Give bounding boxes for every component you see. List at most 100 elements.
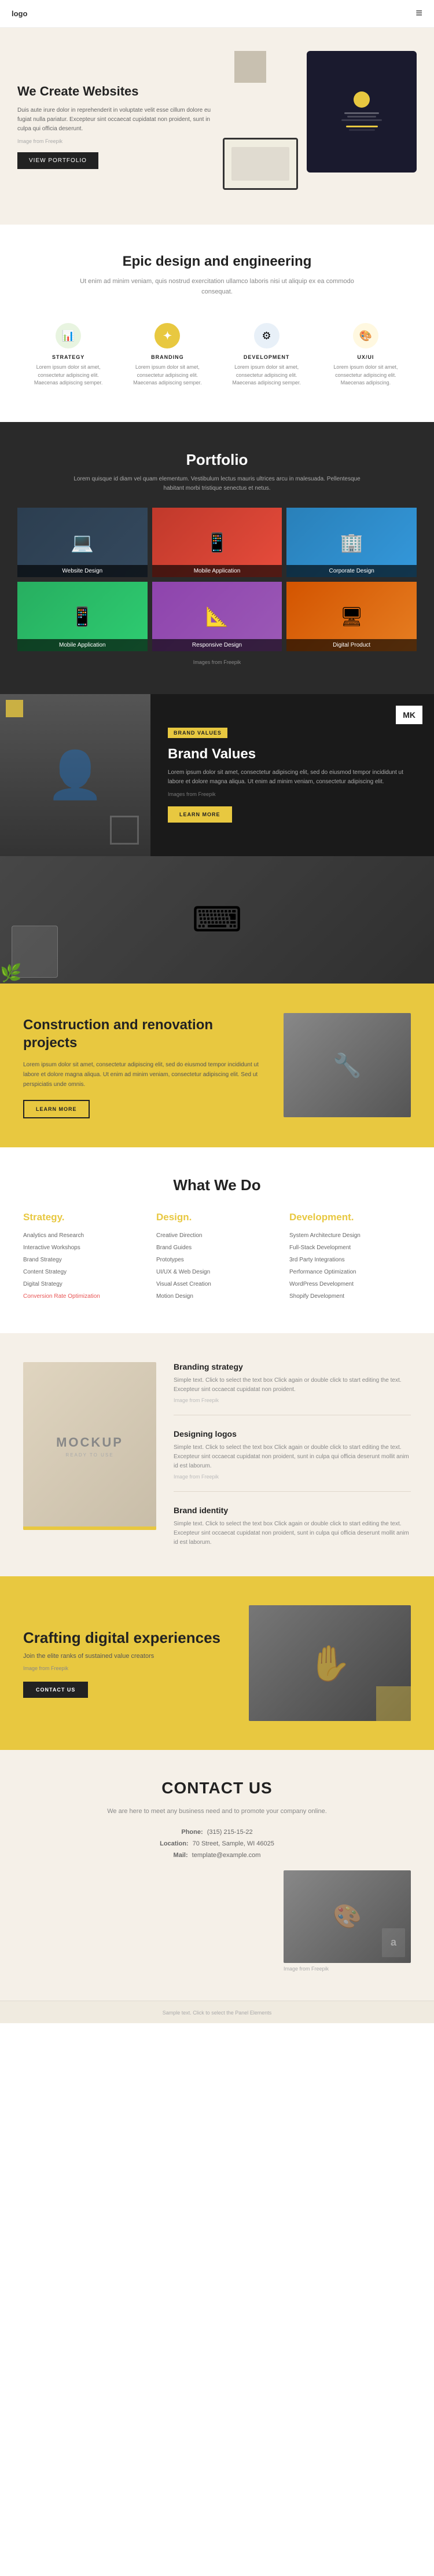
hero-section: We Create Websites Duis aute irure dolor… [0,28,434,225]
portfolio-label-corporate: Corporate Design [286,565,417,577]
wwd-item-brand-guides: Brand Guides [156,1243,278,1252]
mobile-icon: 📱 [205,531,229,553]
hero-device-content [336,86,388,138]
contact-mail-label: Mail: [174,1852,188,1859]
view-portfolio-button[interactable]: VIEW PORTFOLIO [17,152,98,169]
construction-description: Lorem ipsum dolor sit amet, consectetur … [23,1060,266,1089]
bv-deco2 [110,816,139,845]
portfolio-item-mobile2[interactable]: 📱 Mobile Application [17,582,148,651]
wwd-item-analytics: Analytics and Research [23,1231,145,1240]
wwd-col-design: Design. Creative Direction Brand Guides … [156,1212,278,1304]
portfolio-item-responsive[interactable]: 📐 Responsive Design [152,582,282,651]
wwd-item-shopify: Shopify Development [289,1292,411,1301]
feature-uxui-icon: 🎨 [353,323,378,348]
footer-credit: Sample text. Click to select the Panel E… [163,2010,272,2016]
branding-strategy-credit: Image from Freepik [174,1397,411,1403]
wwd-item-performance: Performance Optimization [289,1268,411,1276]
brand-values-button[interactable]: LEARN MORE [168,806,232,823]
wwd-item-workshops: Interactive Workshops [23,1243,145,1252]
portfolio-description: Lorem quisque id diam vel quam elementum… [72,475,362,493]
hero-text-area: We Create Websites Duis aute irure dolor… [17,84,211,169]
feature-strategy-desc: Lorem ipsum dolor sit amet, consectetur … [26,364,111,387]
feature-branding-icon: ✦ [155,323,180,348]
feature-strategy: 📊 STRATEGY Lorem ipsum dolor sit amet, c… [23,317,113,393]
wwd-item-prototypes: Prototypes [156,1256,278,1264]
responsive-icon: 📐 [205,606,229,628]
contact-mail: Mail: template@example.com [174,1852,261,1859]
hero-tablet [223,138,298,190]
hero-title: We Create Websites [17,84,211,99]
portfolio-item-digital[interactable]: 🖥 Digital Product [286,582,417,651]
brand-identity-desc: Simple text. Click to select the text bo… [174,1520,411,1547]
construction-bg-content: ⌨ [192,900,242,940]
portfolio-item-mobile[interactable]: 📱 Mobile Application [152,508,282,577]
brand-identity-section: Brand identity Simple text. Click to sel… [174,1506,411,1547]
contact-bottom: 🎨 a Image from Freepik [23,1870,411,1972]
brand-values-badge: BRAND VALUES [168,728,227,738]
designing-logos-title: Designing logos [174,1429,411,1439]
contact-us-button[interactable]: CONTACT US [23,1682,88,1698]
hero-visual [223,51,417,201]
contact-location-label: Location: [160,1840,189,1847]
brand-identity-title: Brand identity [174,1506,411,1515]
contact-image-letter: a [382,1928,405,1957]
mockup-label-main: MOCKUP [56,1435,123,1450]
construction-button[interactable]: LEARN MORE [23,1100,90,1118]
feature-development-desc: Lorem ipsum dolor sit amet, consectetur … [225,364,309,387]
feature-development: ⚙ DEVELOPMENT Lorem ipsum dolor sit amet… [222,317,312,393]
designing-logos-desc: Simple text. Click to select the text bo… [174,1443,411,1471]
portfolio-label-responsive: Responsive Design [152,639,282,651]
portfolio-item-website[interactable]: 💻 Website Design [17,508,148,577]
hero-gray-shape [234,51,266,83]
wwd-item-wordpress: WordPress Development [289,1280,411,1289]
feature-development-icon: ⚙ [254,323,279,348]
menu-icon: ≡ [415,7,422,20]
portfolio-item-corporate[interactable]: 🏢 Corporate Design [286,508,417,577]
crafting-credit: Image from Freepik [23,1665,237,1671]
what-we-do-section: What We Do Strategy. Analytics and Resea… [0,1147,434,1333]
portfolio-title: Portfolio [17,451,417,469]
crafting-hand-icon: ✋ [308,1643,352,1684]
designing-logos-credit: Image from Freepik [174,1474,411,1480]
mockup-label-sub: READY TO USE [65,1452,113,1458]
branding-sections: Branding strategy Simple text. Click to … [174,1362,411,1547]
digital-icon: 🖥 [340,606,363,628]
wwd-item-creative-direction: Creative Direction [156,1231,278,1240]
crafting-yellow-accent [376,1686,411,1721]
contact-section: CONTACT US We are here to meet any busin… [0,1750,434,2001]
crafting-text: Crafting digital experiences Join the el… [23,1628,237,1698]
bv-deco1 [6,700,23,717]
wwd-item-visual-assets: Visual Asset Creation [156,1280,278,1289]
construction-bg-section: ⌨ 🌿 [0,856,434,984]
website-icon: 💻 [71,531,94,553]
contact-branding-image: 🎨 a [284,1870,411,1963]
designing-logos-section: Designing logos Simple text. Click to se… [174,1429,411,1492]
feature-branding-desc: Lorem ipsum dolor sit amet, consectetur … [125,364,209,387]
what-we-do-grid: Strategy. Analytics and Research Interac… [23,1212,411,1304]
epic-section: Epic design and engineering Ut enim ad m… [0,225,434,422]
hero-device-line1 [344,112,379,114]
hero-device-line3 [341,119,382,121]
feature-strategy-title: STRATEGY [26,354,111,360]
nav-logo[interactable]: logo [12,9,27,18]
hero-tablet-screen [225,140,296,188]
contact-image-icon: 🎨 [333,1903,362,1930]
feature-branding-title: BRANDING [125,354,209,360]
hero-device-line2 [347,116,376,118]
nav-menu-button[interactable]: ≡ [415,7,422,20]
keyboard-icon: ⌨ [192,900,242,939]
brand-values-description: Lorem ipsum dolor sit amet, consectetur … [168,768,417,787]
portfolio-section: Portfolio Lorem quisque id diam vel quam… [0,422,434,694]
what-we-do-title: What We Do [23,1176,411,1194]
branding-strategy-desc: Simple text. Click to select the text bo… [174,1376,411,1395]
wwd-item-content-strategy: Content Strategy [23,1268,145,1276]
portfolio-label-mobile: Mobile Application [152,565,282,577]
feature-uxui-title: UX/UI [323,354,408,360]
contact-image-credit: Image from Freepik [284,1966,411,1972]
portfolio-label-mobile2: Mobile Application [17,639,148,651]
portfolio-label-website: Website Design [17,565,148,577]
brand-values-image: 👤 [0,694,150,856]
contact-description: We are here to meet any business need an… [101,1807,333,1817]
construction-text: Construction and renovation projects Lor… [23,1012,266,1118]
hero-tablet-inner [231,147,289,181]
